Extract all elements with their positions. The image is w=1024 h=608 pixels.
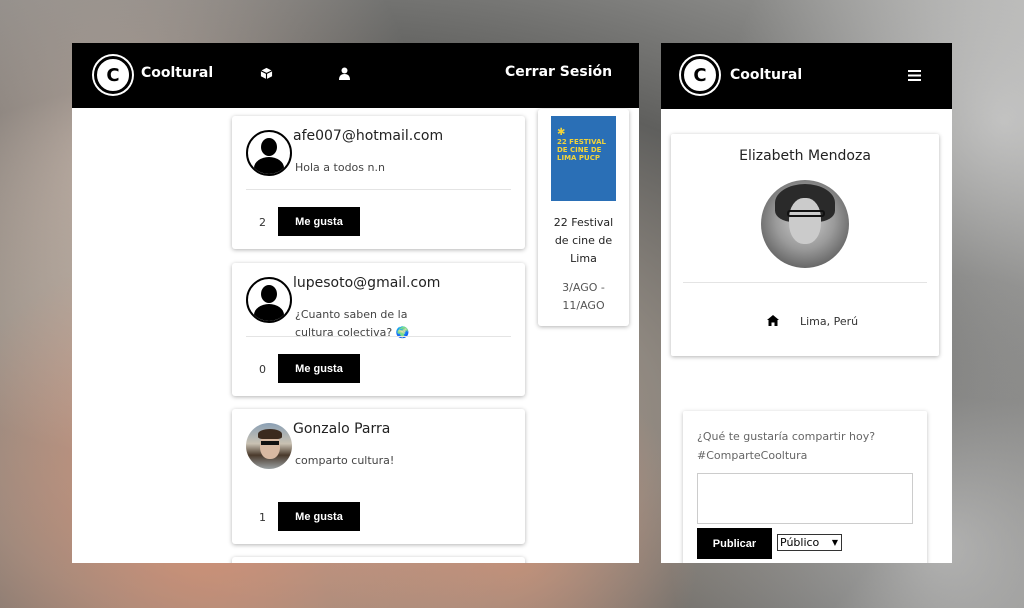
- visibility-select[interactable]: Público ▼: [777, 534, 842, 551]
- post-author[interactable]: afe007@hotmail.com: [293, 128, 443, 144]
- like-button[interactable]: Me gusta: [278, 502, 360, 531]
- profile-card: Elizabeth Mendoza Lima, Perú: [671, 134, 939, 356]
- profile-name: Elizabeth Mendoza: [739, 148, 871, 164]
- post-card: afe007@hotmail.com Hola a todos n.n 2 Me…: [232, 116, 525, 249]
- logo-glyph: C: [106, 64, 120, 86]
- event-date: 3/AGO - 11/AGO: [562, 281, 605, 312]
- poster-text: 22 FESTIVAL DE CINE DE LIMA PUCP: [557, 138, 606, 162]
- profile-divider: [683, 282, 927, 283]
- hamburger-icon[interactable]: [908, 70, 921, 81]
- desktop-screen: C Cooltural Cerrar Sesión afe007@hotmail…: [72, 43, 639, 563]
- post-author[interactable]: lupesoto@gmail.com: [293, 275, 440, 291]
- event-title[interactable]: 22 Festival de cine de Lima: [546, 214, 621, 268]
- compose-textarea[interactable]: [697, 473, 913, 524]
- cooltural-logo[interactable]: C: [94, 56, 132, 94]
- user-icon[interactable]: [339, 67, 350, 80]
- poster-star-icon: ✱: [557, 127, 566, 138]
- post-card: lupesoto@gmail.com ¿Cuanto saben de la c…: [232, 263, 525, 396]
- like-button[interactable]: Me gusta: [278, 354, 360, 383]
- logo-glyph: C: [693, 64, 707, 86]
- mobile-navbar: C Cooltural: [661, 43, 952, 109]
- brand-name[interactable]: Cooltural: [141, 65, 213, 81]
- event-poster[interactable]: ✱ 22 FESTIVAL DE CINE DE LIMA PUCP: [551, 116, 616, 201]
- compose-card: ¿Qué te gustaría compartir hoy? #Compart…: [683, 411, 927, 563]
- compose-prompt-line1: ¿Qué te gustaría compartir hoy?: [697, 430, 876, 443]
- mobile-screen: C Cooltural Elizabeth Mendoza Lima, Perú…: [661, 43, 952, 563]
- post-divider: [246, 189, 511, 190]
- visibility-selected: Público: [780, 536, 820, 549]
- event-card[interactable]: ✱ 22 FESTIVAL DE CINE DE LIMA PUCP 22 Fe…: [538, 109, 629, 326]
- like-count: 2: [259, 216, 266, 229]
- post-content: Hola a todos n.n: [295, 161, 385, 174]
- compose-prompt: ¿Qué te gustaría compartir hoy? #Compart…: [697, 427, 875, 465]
- cube-icon[interactable]: [260, 67, 273, 80]
- publish-button[interactable]: Publicar: [697, 528, 772, 559]
- like-count: 1: [259, 511, 266, 524]
- brand-name[interactable]: Cooltural: [730, 67, 802, 83]
- profile-location: Lima, Perú: [800, 315, 859, 328]
- profile-photo: [761, 180, 849, 268]
- user-photo-avatar: [246, 423, 292, 469]
- like-count: 0: [259, 363, 266, 376]
- post-card: Gonzalo Parra comparto cultura! 1 Me gus…: [232, 409, 525, 544]
- post-divider: [246, 336, 511, 337]
- default-avatar-icon: [246, 277, 292, 323]
- post-card: [232, 557, 525, 563]
- home-icon: [767, 315, 779, 326]
- post-content: comparto cultura!: [295, 454, 395, 467]
- post-author[interactable]: Gonzalo Parra: [293, 421, 390, 437]
- cooltural-logo[interactable]: C: [681, 56, 719, 94]
- like-button[interactable]: Me gusta: [278, 207, 360, 236]
- compose-prompt-line2: #ComparteCooltura: [697, 449, 808, 462]
- logout-link[interactable]: Cerrar Sesión: [505, 64, 612, 80]
- default-avatar-icon: [246, 130, 292, 176]
- dropdown-caret-icon: ▼: [831, 538, 838, 547]
- desktop-navbar: C Cooltural Cerrar Sesión: [72, 43, 639, 108]
